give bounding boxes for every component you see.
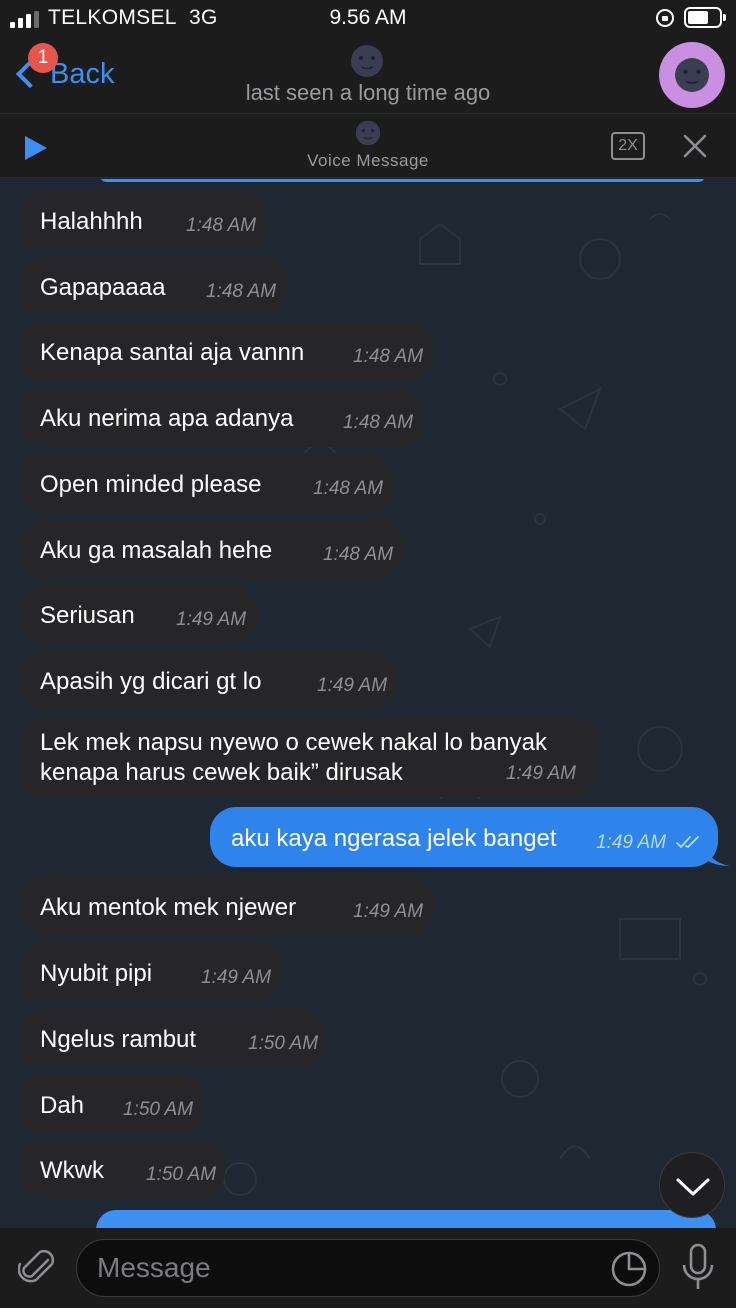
voice-emoji-icon (355, 120, 381, 146)
message-text: Aku nerima apa adanya (40, 405, 294, 432)
incoming-message-bubble[interactable]: Aku nerima apa adanya 1:48 AM (19, 387, 423, 447)
incoming-message-bubble[interactable]: Nyubit pipi 1:49 AM (19, 942, 281, 1002)
incoming-message-bubble[interactable]: Apasih yg dicari gt lo 1:49 AM (19, 650, 397, 710)
message-timestamp: 1:49 AM (505, 763, 576, 784)
message-text: aku kaya ngerasa jelek banget (231, 825, 557, 852)
message-timestamp: 1:49 AM (317, 675, 388, 696)
status-time: 9.56 AM (329, 6, 407, 29)
unread-badge: 1 (28, 43, 58, 73)
close-icon[interactable] (682, 133, 708, 159)
read-check-icon (676, 836, 699, 848)
incoming-message-bubble[interactable]: Wkwk 1:50 AM (19, 1139, 225, 1199)
microphone-icon[interactable] (680, 1243, 716, 1293)
message-text: Open minded please (40, 471, 262, 498)
outgoing-message-bubble[interactable]: aku kaya ngerasa jelek banget 1:49 AM (210, 807, 718, 867)
scroll-to-bottom-button[interactable] (659, 1152, 725, 1218)
message-timestamp: 1:48 AM (186, 215, 257, 236)
message-text-line: Lek mek napsu nyewo o cewek nakal lo ban… (40, 729, 547, 756)
message-text: Kenapa santai aja vannn (40, 339, 305, 366)
incoming-message-bubble[interactable]: Seriusan 1:49 AM (19, 584, 257, 644)
incoming-message-bubble[interactable]: Aku ga masalah hehe 1:48 AM (19, 519, 403, 579)
last-seen-status: last seen a long time ago (245, 80, 491, 105)
message-field[interactable] (76, 1239, 660, 1297)
message-text: Seriusan (40, 602, 135, 629)
bubble-tail (704, 842, 730, 866)
message-timestamp: 1:49 AM (596, 832, 667, 853)
message-text: Wkwk (40, 1157, 104, 1184)
message-timestamp: 1:49 AM (201, 967, 272, 988)
message-timestamp: 1:50 AM (123, 1099, 194, 1120)
message-text: Dah (40, 1092, 85, 1119)
orientation-lock-icon (656, 9, 674, 27)
message-timestamp: 1:50 AM (248, 1033, 319, 1054)
contact-avatar[interactable] (659, 42, 725, 108)
status-bar: TELKOMSEL 3G 9.56 AM (0, 0, 736, 36)
message-timestamp: 1:48 AM (353, 346, 424, 367)
incoming-message-bubble[interactable]: Open minded please 1:48 AM (19, 453, 393, 513)
next-message-edge (96, 1210, 716, 1228)
message-text: Ngelus rambut (40, 1026, 197, 1053)
incoming-message-bubble[interactable]: Aku mentok mek njewer 1:49 AM (19, 876, 433, 936)
message-timestamp: 1:48 AM (343, 412, 414, 433)
incoming-message-bubble[interactable]: Ngelus rambut 1:50 AM (19, 1008, 325, 1068)
voice-player-bar: Voice Message 2X (0, 114, 736, 178)
paperclip-icon[interactable] (18, 1246, 58, 1290)
incoming-message-bubble[interactable]: Dah 1:50 AM (19, 1074, 203, 1134)
sticker-icon[interactable] (611, 1251, 647, 1287)
message-text: Aku mentok mek njewer (40, 894, 297, 921)
message-text: Aku ga masalah hehe (40, 537, 273, 564)
incoming-message-bubble[interactable]: Kenapa santai aja vannn 1:48 AM (19, 321, 433, 381)
previous-message-edge (100, 179, 705, 182)
incoming-message-bubble[interactable]: Halahhhh 1:48 AM (19, 190, 267, 250)
contact-emoji-icon (351, 45, 383, 77)
message-timestamp: 1:50 AM (146, 1164, 217, 1185)
message-timestamp: 1:49 AM (176, 609, 247, 630)
chevron-down-icon (676, 1178, 710, 1196)
message-timestamp: 1:48 AM (206, 281, 277, 302)
battery-icon (684, 7, 726, 28)
chat-header: Back 1 last seen a long time ago (0, 36, 736, 114)
message-timestamp: 1:48 AM (313, 478, 384, 499)
message-timestamp: 1:49 AM (353, 901, 424, 922)
avatar-emoji-icon (675, 58, 709, 92)
chat-area[interactable]: Halahhhh 1:48 AM Gapapaaaa 1:48 AM Kenapa sa… (0, 179, 736, 1228)
message-composer (0, 1228, 736, 1308)
message-text: Lek mek napsu nyewo o cewek nakal lo ban… (40, 728, 547, 788)
incoming-message-bubble[interactable]: Lek mek napsu nyewo o cewek nakal lo ban… (19, 717, 599, 797)
playback-speed-button[interactable]: 2X (611, 132, 645, 160)
incoming-message-bubble[interactable]: Gapapaaaa 1:48 AM (19, 256, 287, 316)
message-text: Halahhhh (40, 208, 143, 235)
message-text-line: kenapa harus cewek baik” dirusak (40, 759, 403, 786)
message-timestamp: 1:48 AM (323, 544, 394, 565)
message-input[interactable] (97, 1248, 597, 1288)
message-text: Apasih yg dicari gt lo (40, 668, 262, 695)
message-text: Gapapaaaa (40, 274, 166, 301)
message-text: Nyubit pipi (40, 960, 153, 987)
